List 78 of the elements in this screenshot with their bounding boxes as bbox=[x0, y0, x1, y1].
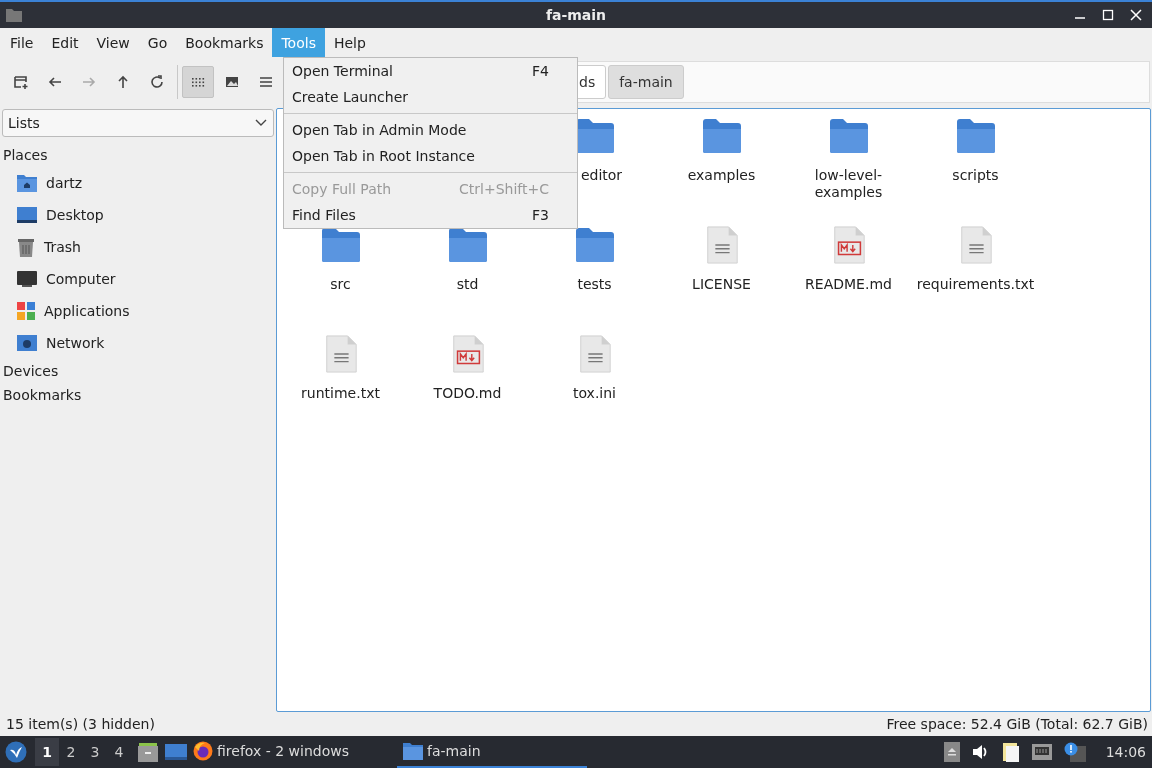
notification-icon[interactable] bbox=[1063, 742, 1086, 762]
folder-icon bbox=[403, 742, 423, 760]
file-name[interactable]: tests bbox=[577, 276, 612, 293]
folder-icon bbox=[320, 226, 361, 264]
chevron-icon bbox=[255, 119, 267, 127]
list-icon bbox=[258, 74, 274, 90]
workspace-button[interactable]: 1 bbox=[35, 738, 59, 766]
close-icon[interactable] bbox=[1130, 9, 1142, 21]
file-name[interactable]: low-level-examples bbox=[786, 167, 911, 201]
reload-icon bbox=[149, 74, 165, 90]
trash-icon bbox=[17, 237, 35, 257]
browser-icon bbox=[193, 741, 213, 761]
folder-icon bbox=[574, 226, 615, 264]
markdown-file-icon bbox=[831, 226, 866, 264]
file-name[interactable]: editor bbox=[580, 167, 623, 184]
menu-item[interactable]: View bbox=[87, 28, 139, 57]
file-name[interactable]: std bbox=[456, 276, 479, 293]
file-name[interactable]: LICENSE bbox=[692, 276, 751, 293]
folder-icon bbox=[6, 8, 22, 22]
menu-item[interactable]: Bookmarks bbox=[176, 28, 273, 57]
workspace-button[interactable]: 3 bbox=[83, 738, 107, 766]
desktop-icon[interactable] bbox=[165, 743, 187, 761]
applications-icon bbox=[17, 302, 35, 320]
menu-item[interactable]: Help bbox=[324, 28, 375, 57]
path-button[interactable]: fa-main bbox=[608, 65, 684, 99]
section-heading[interactable]: Devices bbox=[0, 359, 276, 383]
file-name[interactable]: runtime.txt bbox=[301, 385, 380, 402]
file-name[interactable]: examples bbox=[687, 167, 756, 184]
section-heading[interactable]: Places bbox=[0, 143, 276, 167]
sidebar-item[interactable]: Network bbox=[46, 335, 105, 351]
file-cabinet-icon[interactable] bbox=[137, 741, 159, 763]
sidebar-item[interactable]: Applications bbox=[44, 303, 130, 319]
folder-icon bbox=[828, 117, 869, 155]
start-menu-icon[interactable] bbox=[5, 741, 27, 763]
free-space-text: Free space: 52.4 GiB (Total: 62.7 GiB) bbox=[886, 716, 1148, 732]
menu-item[interactable]: Edit bbox=[42, 28, 88, 57]
file-name[interactable]: tox.ini bbox=[573, 385, 616, 402]
markdown-file-icon bbox=[450, 335, 485, 373]
workspace-button[interactable]: 4 bbox=[107, 738, 131, 766]
folder-icon bbox=[447, 226, 488, 264]
view-dropdown[interactable]: Lists bbox=[2, 109, 274, 137]
image-icon bbox=[224, 74, 240, 90]
menu-entry[interactable]: Find Files F3 bbox=[284, 202, 577, 228]
menu-entry[interactable]: Open Tab in Root Instance bbox=[284, 143, 577, 169]
network-icon[interactable] bbox=[1031, 743, 1052, 761]
computer-icon bbox=[17, 270, 37, 288]
clock[interactable]: 14:06 bbox=[1105, 744, 1146, 760]
status-text: 15 item(s) (3 hidden) bbox=[6, 716, 155, 732]
sidebar-item[interactable]: Desktop bbox=[46, 207, 104, 223]
menu-item[interactable]: Go bbox=[138, 28, 177, 57]
file-name[interactable]: scripts bbox=[952, 167, 999, 184]
sidebar-item[interactable]: Trash bbox=[44, 239, 81, 255]
text-file-icon bbox=[958, 226, 993, 264]
new-tab-icon bbox=[13, 74, 29, 90]
taskbar-task[interactable]: firefox - 2 windows bbox=[187, 736, 367, 768]
folder-icon bbox=[701, 117, 742, 155]
taskbar-task[interactable]: fa-main bbox=[397, 736, 587, 768]
file-name[interactable]: README.md bbox=[805, 276, 892, 293]
maximize-icon[interactable] bbox=[1102, 9, 1114, 21]
menu-entry[interactable]: Open Tab in Admin Mode bbox=[284, 117, 577, 143]
clipboard-icon[interactable] bbox=[1001, 741, 1020, 763]
text-file-icon bbox=[704, 226, 739, 264]
workspace-button[interactable]: 2 bbox=[59, 738, 83, 766]
file-name[interactable]: requirements.txt bbox=[916, 276, 1035, 293]
window-title: fa-main bbox=[545, 7, 607, 23]
sidebar-item[interactable]: dartz bbox=[46, 175, 83, 191]
folder-icon bbox=[955, 117, 996, 155]
eject-icon[interactable] bbox=[943, 742, 960, 762]
menu-item[interactable]: File bbox=[1, 28, 43, 57]
file-name[interactable]: src bbox=[330, 276, 351, 293]
network-icon bbox=[17, 334, 37, 352]
section-heading[interactable]: Bookmarks bbox=[0, 383, 276, 407]
text-file-icon bbox=[323, 335, 358, 373]
text-file-icon bbox=[577, 335, 612, 373]
file-name[interactable]: TODO.md bbox=[433, 385, 502, 402]
sidebar-item[interactable]: Computer bbox=[46, 271, 116, 287]
desktop-icon bbox=[17, 206, 37, 224]
home-folder-icon bbox=[17, 174, 37, 192]
